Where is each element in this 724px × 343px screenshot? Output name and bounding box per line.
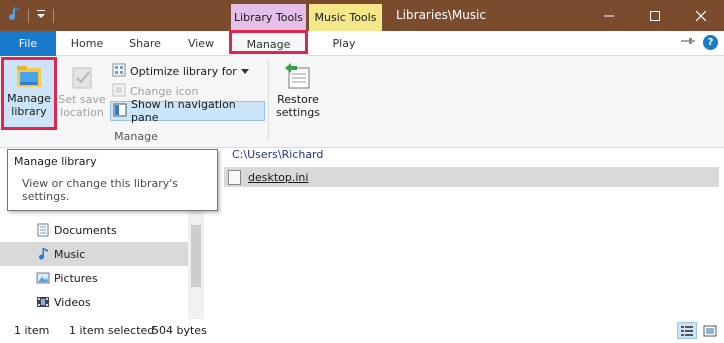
- ribbon-manage-panel: Manage library Set save location Optimiz…: [0, 56, 724, 148]
- nav-item-label: Documents: [54, 223, 117, 237]
- help-icon[interactable]: ?: [703, 35, 718, 50]
- nav-item-label: Music: [54, 247, 86, 261]
- tooltip-body: View or change this library's settings.: [22, 177, 179, 203]
- pin-ribbon-icon[interactable]: [681, 36, 695, 49]
- nav-item-pictures[interactable]: Pictures: [0, 266, 188, 290]
- navigation-pane-icon: [113, 103, 127, 120]
- file-row-desktop-ini[interactable]: desktop.ini: [224, 167, 719, 187]
- ribbon-tab-row: File Home Share View Manage Play ?: [0, 31, 724, 57]
- manage-group-label: Manage: [114, 130, 158, 143]
- ini-file-icon: [228, 169, 241, 185]
- show-in-navigation-pane-label: Show in navigation pane: [131, 98, 236, 124]
- ribbon-controls: ?: [681, 35, 718, 50]
- restore-settings-button[interactable]: Restore settings: [272, 60, 324, 130]
- set-save-location-button: Set save location: [58, 60, 106, 130]
- status-selected-count: 1 item selected: [69, 324, 155, 337]
- change-icon-label: Change icon: [130, 84, 199, 98]
- nav-item-label: Videos: [54, 295, 91, 309]
- optimize-library-label: Optimize library for: [130, 64, 237, 78]
- nav-item-label: Pictures: [54, 271, 98, 285]
- close-button[interactable]: [678, 0, 724, 31]
- title-bar: Library Tools Music Tools Libraries\Musi…: [0, 0, 724, 31]
- library-tools-context-label: Library Tools: [231, 4, 306, 31]
- music-library-icon[interactable]: [6, 6, 22, 25]
- scrollbar-thumb[interactable]: [191, 225, 201, 287]
- tab-share[interactable]: Share: [122, 31, 168, 56]
- details-view-button[interactable]: [677, 322, 697, 339]
- videos-icon: [36, 295, 50, 309]
- manage-tab-highlight: [229, 30, 308, 54]
- tab-home[interactable]: Home: [62, 31, 112, 56]
- minimize-button[interactable]: [586, 0, 632, 31]
- restore-settings-icon: [283, 62, 313, 93]
- file-name[interactable]: desktop.ini: [248, 171, 308, 184]
- large-icons-view-button[interactable]: [700, 322, 720, 339]
- nav-item-videos[interactable]: Videos: [0, 290, 188, 314]
- nav-item-music[interactable]: Music: [0, 242, 188, 266]
- optimize-library-icon: [112, 63, 126, 80]
- set-save-location-label: Set save location: [58, 93, 106, 119]
- documents-icon: [36, 223, 50, 237]
- chevron-down-icon: [240, 65, 249, 78]
- qat-customize-icon[interactable]: [35, 8, 47, 23]
- tab-view[interactable]: View: [178, 31, 224, 56]
- pictures-icon: [36, 271, 50, 285]
- tab-play[interactable]: Play: [320, 31, 368, 56]
- nav-item-documents[interactable]: Documents: [0, 218, 188, 242]
- show-in-navigation-pane-toggle[interactable]: Show in navigation pane: [110, 98, 265, 124]
- maximize-button[interactable]: [632, 0, 678, 31]
- restore-settings-label: Restore settings: [276, 93, 320, 119]
- ribbon-small-buttons: Optimize library for Change icon Show in…: [110, 61, 265, 124]
- tab-file[interactable]: File: [0, 31, 56, 56]
- change-icon-icon: [112, 83, 126, 100]
- folder-path-header: C:\Users\Richard: [232, 148, 324, 161]
- status-bar: 1 item 1 item selected 504 bytes: [0, 319, 724, 343]
- status-item-count: 1 item: [14, 324, 50, 337]
- tooltip-title: Manage library: [14, 155, 97, 168]
- manage-library-highlight: [1, 57, 57, 130]
- ribbon-group-divider: [268, 60, 269, 140]
- music-tools-context-label: Music Tools: [309, 4, 382, 31]
- quick-access-toolbar: [6, 6, 54, 25]
- set-save-location-icon: [69, 64, 95, 93]
- status-selected-size: 504 bytes: [152, 324, 207, 337]
- window-title: Libraries\Music: [396, 8, 487, 22]
- music-icon: [36, 247, 50, 261]
- manage-library-tooltip: Manage library View or change this libra…: [7, 149, 218, 211]
- qat-separator: [28, 8, 29, 23]
- qat-separator: [53, 8, 54, 23]
- optimize-library-for-dropdown[interactable]: Optimize library for: [110, 61, 265, 81]
